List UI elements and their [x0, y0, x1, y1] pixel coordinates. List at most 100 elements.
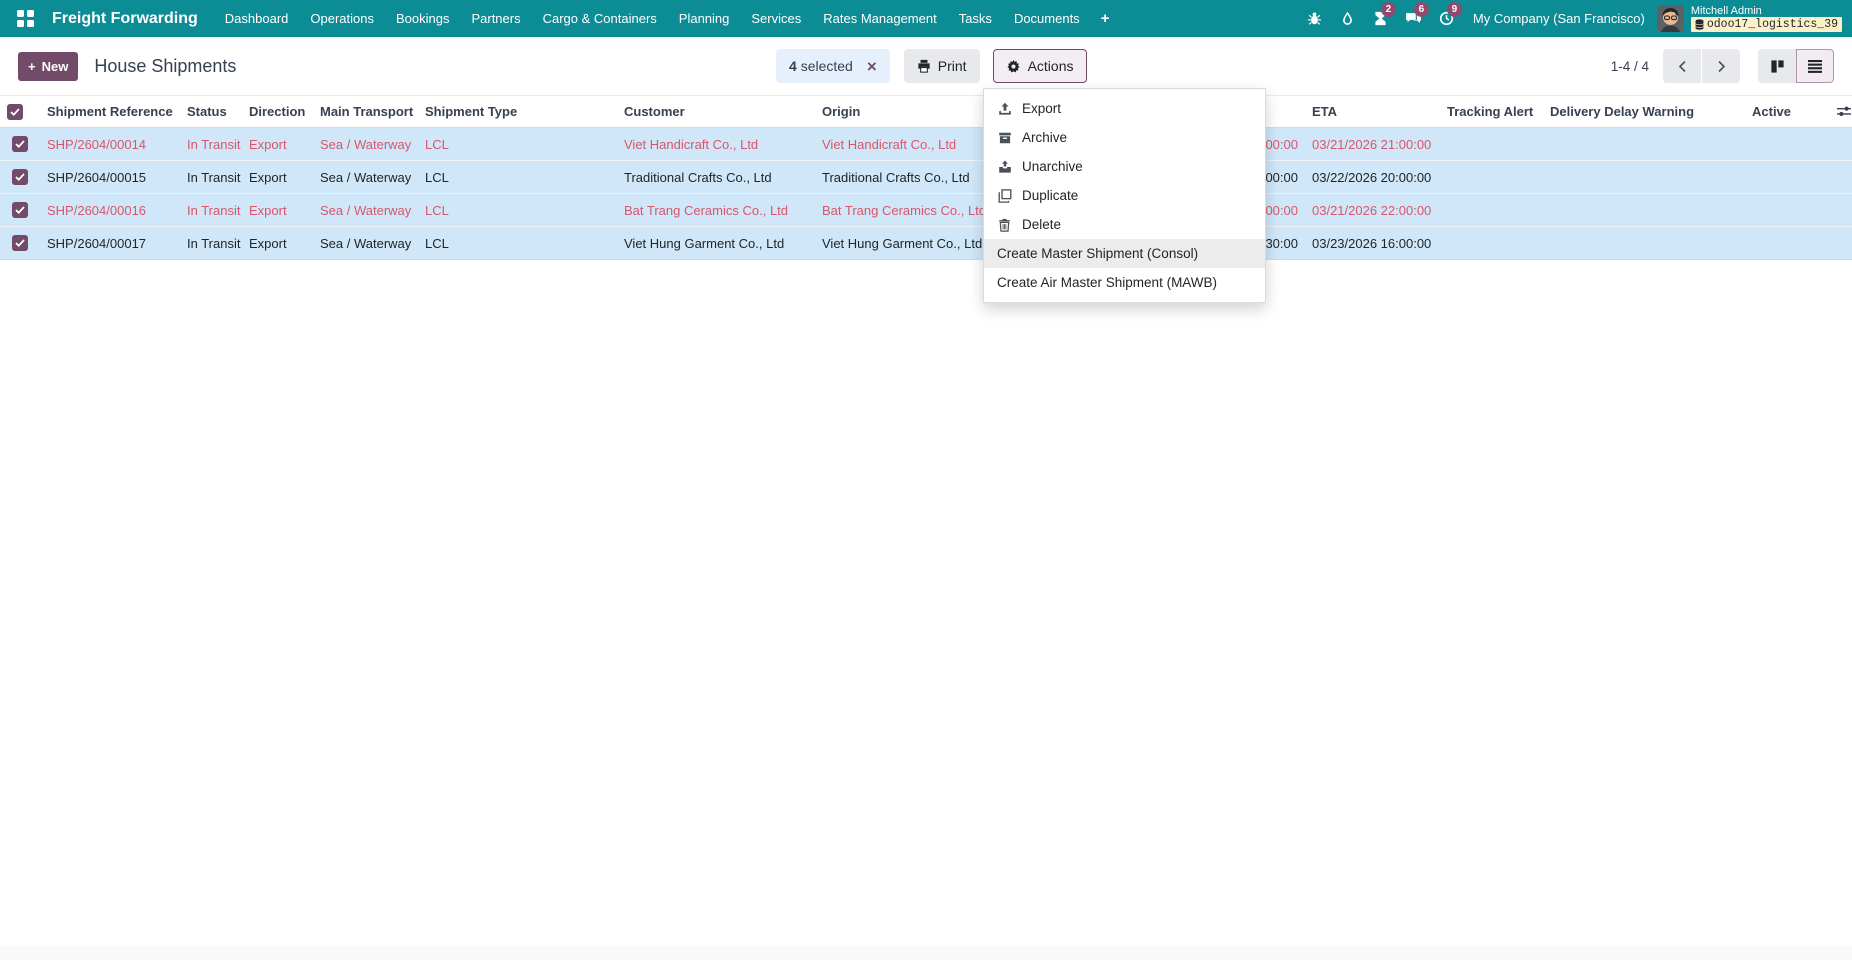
row-checkbox[interactable]	[12, 202, 28, 218]
cell-reference: SHP/2604/00016	[40, 194, 180, 227]
table-header-row: Shipment Reference Status Direction Main…	[0, 96, 1852, 128]
table-row[interactable]: SHP/2604/00014 In Transit Export Sea / W…	[0, 128, 1852, 161]
apps-menu-button[interactable]	[10, 4, 40, 34]
actions-button[interactable]: Actions	[993, 49, 1087, 83]
selected-count: 4	[789, 58, 797, 74]
menu-item-label: Create Air Master Shipment (MAWB)	[997, 275, 1217, 290]
menu-item-create-master-shipment[interactable]: Create Master Shipment (Consol)	[984, 239, 1265, 268]
select-all-checkbox[interactable]	[7, 104, 23, 120]
duplicate-icon	[997, 189, 1012, 203]
user-avatar[interactable]	[1657, 5, 1684, 32]
column-header-origin[interactable]: Origin	[815, 96, 990, 128]
column-header-customer[interactable]: Customer	[617, 96, 815, 128]
row-select-cell	[0, 128, 40, 161]
nav-planning[interactable]: Planning	[668, 0, 741, 37]
pager-next-button[interactable]	[1702, 49, 1740, 83]
debug-bug-icon[interactable]	[1298, 0, 1331, 37]
cell-status: In Transit	[180, 227, 242, 260]
list-view-button[interactable]	[1796, 49, 1834, 83]
row-checkbox[interactable]	[12, 136, 28, 152]
menu-item-unarchive[interactable]: Unarchive	[984, 152, 1265, 181]
menu-item-create-air-master-shipment[interactable]: Create Air Master Shipment (MAWB)	[984, 268, 1265, 297]
column-header-status[interactable]: Status	[180, 96, 242, 128]
row-checkbox[interactable]	[12, 169, 28, 185]
table-row[interactable]: SHP/2604/00017 In Transit Export Sea / W…	[0, 227, 1852, 260]
nav-rates-management[interactable]: Rates Management	[812, 0, 947, 37]
cell-reference: SHP/2604/00014	[40, 128, 180, 161]
pager-counter: 1-4 / 4	[1611, 59, 1649, 74]
menu-item-export[interactable]: Export	[984, 94, 1265, 123]
column-header-eta[interactable]: ETA	[1305, 96, 1440, 128]
nav-bookings[interactable]: Bookings	[385, 0, 460, 37]
clear-selection-icon[interactable]: ×	[867, 58, 877, 75]
company-switcher[interactable]: My Company (San Francisco)	[1473, 11, 1645, 26]
menu-item-label: Unarchive	[1022, 159, 1083, 174]
table-row[interactable]: SHP/2604/00016 In Transit Export Sea / W…	[0, 194, 1852, 227]
column-header-active[interactable]: Active	[1745, 96, 1830, 128]
nav-tasks[interactable]: Tasks	[948, 0, 1003, 37]
menu-item-duplicate[interactable]: Duplicate	[984, 181, 1265, 210]
column-header-shipment-type[interactable]: Shipment Type	[418, 96, 617, 128]
pager-previous-button[interactable]	[1663, 49, 1701, 83]
check-icon	[10, 108, 20, 116]
website-droplet-icon[interactable]	[1331, 0, 1364, 37]
check-icon	[15, 206, 25, 214]
optional-columns-cell	[1830, 96, 1852, 128]
timesheet-button[interactable]: 2	[1364, 0, 1397, 37]
menu-item-archive[interactable]: Archive	[984, 123, 1265, 152]
nav-documents[interactable]: Documents	[1003, 0, 1091, 37]
new-button-label: New	[42, 59, 69, 74]
printer-icon	[917, 59, 931, 73]
top-navbar: Freight Forwarding Dashboard Operations …	[0, 0, 1852, 37]
avatar-image	[1657, 5, 1684, 32]
cell-direction: Export	[242, 161, 313, 194]
nav-partners[interactable]: Partners	[460, 0, 531, 37]
database-name: odoo17_logistics_39	[1707, 18, 1838, 31]
control-panel: + New House Shipments 4 selected × Print…	[0, 37, 1852, 95]
column-header-main-transport[interactable]: Main Transport	[313, 96, 418, 128]
list-icon	[1807, 59, 1823, 73]
print-button[interactable]: Print	[904, 49, 980, 83]
gear-icon	[1006, 59, 1021, 74]
table-row[interactable]: SHP/2604/00015 In Transit Export Sea / W…	[0, 161, 1852, 194]
nav-plus-button[interactable]: +	[1091, 10, 1120, 27]
menu-item-label: Archive	[1022, 130, 1067, 145]
adjust-columns-icon[interactable]	[1837, 105, 1851, 118]
chevron-right-icon	[1717, 60, 1726, 73]
selection-toolbar: 4 selected × Print Actions	[776, 49, 1087, 83]
cell-eta: 03/21/2026 21:00:00	[1305, 128, 1440, 161]
column-header-delivery-delay-warning[interactable]: Delivery Delay Warning	[1543, 96, 1745, 128]
cell-main-transport: Sea / Waterway	[313, 161, 418, 194]
app-name[interactable]: Freight Forwarding	[52, 10, 198, 28]
cell-shipment-type: LCL	[418, 128, 617, 161]
kanban-view-button[interactable]	[1758, 49, 1796, 83]
cell-eta: 03/21/2026 22:00:00	[1305, 194, 1440, 227]
cell-active	[1745, 227, 1830, 260]
cell-status: In Transit	[180, 161, 242, 194]
actions-button-label: Actions	[1028, 58, 1074, 74]
new-button[interactable]: + New	[18, 52, 78, 81]
database-icon	[1695, 19, 1704, 30]
menu-item-label: Create Master Shipment (Consol)	[997, 246, 1198, 261]
cell-main-transport: Sea / Waterway	[313, 194, 418, 227]
row-select-cell	[0, 194, 40, 227]
nav-cargo-containers[interactable]: Cargo & Containers	[532, 0, 668, 37]
user-menu[interactable]: Mitchell Admin odoo17_logistics_39	[1691, 5, 1842, 33]
nav-dashboard[interactable]: Dashboard	[214, 0, 300, 37]
row-checkbox[interactable]	[12, 235, 28, 251]
row-select-cell	[0, 161, 40, 194]
column-header-tracking-alert[interactable]: Tracking Alert	[1440, 96, 1543, 128]
cell-customer: Viet Hung Garment Co., Ltd	[617, 227, 815, 260]
cell-direction: Export	[242, 227, 313, 260]
cell-status: In Transit	[180, 194, 242, 227]
messages-button[interactable]: 6	[1397, 0, 1430, 37]
column-header-direction[interactable]: Direction	[242, 96, 313, 128]
row-select-cell	[0, 227, 40, 260]
cell-delivery-delay-warning	[1543, 128, 1745, 161]
nav-services[interactable]: Services	[740, 0, 812, 37]
activities-button[interactable]: 9	[1430, 0, 1463, 37]
cell-reference: SHP/2604/00015	[40, 161, 180, 194]
nav-operations[interactable]: Operations	[299, 0, 385, 37]
column-header-reference[interactable]: Shipment Reference	[40, 96, 180, 128]
menu-item-delete[interactable]: Delete	[984, 210, 1265, 239]
